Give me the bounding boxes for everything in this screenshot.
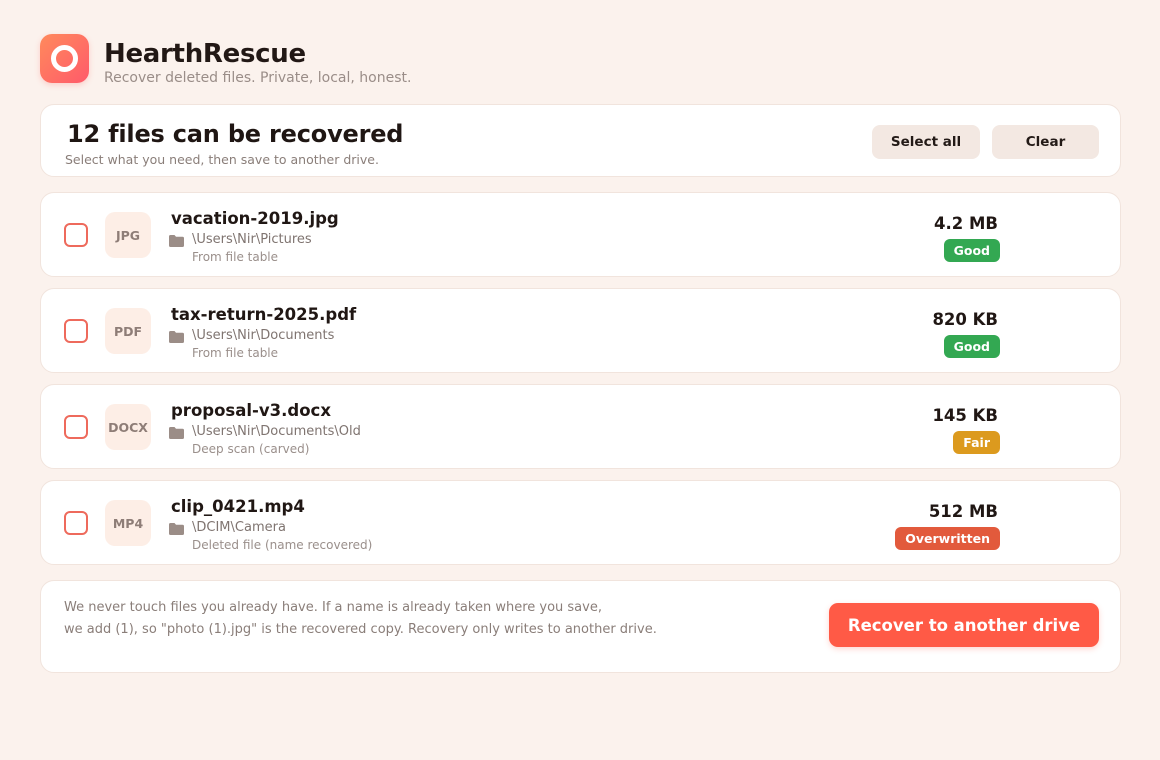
file-path: \Users\Nir\Pictures <box>192 232 312 247</box>
folder-icon <box>169 331 184 343</box>
folder-icon <box>169 427 184 439</box>
file-size: 512 MB <box>928 502 998 521</box>
file-checkbox[interactable] <box>64 223 88 247</box>
status-badge: Overwritten <box>895 527 1000 550</box>
file-type-icon: PDF <box>105 308 151 354</box>
file-name: vacation-2019.jpg <box>171 209 339 228</box>
file-row[interactable]: PDF tax-return-2025.pdf \Users\Nir\Documen… <box>40 288 1121 373</box>
file-name: tax-return-2025.pdf <box>171 305 357 324</box>
select-all-button[interactable]: Select all <box>872 125 980 159</box>
footer-card: We never touch files you already have. I… <box>40 580 1121 673</box>
file-row[interactable]: MP4 clip_0421.mp4 \DCIM\Camera Deleted file… <box>40 480 1121 565</box>
file-path: \Users\Nir\Documents\Old <box>192 424 361 439</box>
file-source: Deep scan (carved) <box>192 442 310 456</box>
file-path: \DCIM\Camera <box>192 520 286 535</box>
footer-note-line-1: We never touch files you already have. I… <box>64 600 602 615</box>
file-checkbox[interactable] <box>64 415 88 439</box>
file-size: 4.2 MB <box>934 214 998 233</box>
file-type-icon: MP4 <box>105 500 151 546</box>
app-logo-icon <box>40 34 89 83</box>
recover-button[interactable]: Recover to another drive <box>829 603 1099 647</box>
summary-title: 12 files can be recovered <box>67 120 404 148</box>
status-badge: Good <box>943 239 1000 262</box>
file-checkbox[interactable] <box>64 319 88 343</box>
footer-note-line-2: we add (1), so "photo (1).jpg" is the re… <box>64 622 657 637</box>
file-name: proposal-v3.docx <box>171 401 331 420</box>
brand: HearthRescue Recover deleted files. Priv… <box>104 38 411 86</box>
file-checkbox[interactable] <box>64 511 88 535</box>
file-path: \Users\Nir\Documents <box>192 328 335 343</box>
file-source: From file table <box>192 346 279 360</box>
file-size: 820 KB <box>932 310 998 329</box>
file-row[interactable]: JPG vacation-2019.jpg \Users\Nir\Pictures F… <box>40 192 1121 277</box>
summary-subtitle: Select what you need, then save to anoth… <box>65 152 379 167</box>
file-size: 145 KB <box>932 406 998 425</box>
clear-button[interactable]: Clear <box>992 125 1099 159</box>
file-type-icon: DOCX <box>105 404 151 450</box>
file-source: Deleted file (name recovered) <box>192 538 373 552</box>
summary-card: 12 files can be recovered Select what yo… <box>40 104 1121 177</box>
file-source: From file table <box>192 250 279 264</box>
app-header: HearthRescue Recover deleted files. Priv… <box>40 34 411 86</box>
app-tagline: Recover deleted files. Private, local, h… <box>104 70 412 86</box>
file-name: clip_0421.mp4 <box>171 497 305 516</box>
file-row[interactable]: DOCX proposal-v3.docx \Users\Nir\Documents… <box>40 384 1121 469</box>
folder-icon <box>169 235 184 247</box>
app-name: HearthRescue <box>104 39 306 69</box>
folder-icon <box>169 523 184 535</box>
status-badge: Good <box>943 335 1000 358</box>
status-badge: Fair <box>953 431 1000 454</box>
file-type-icon: JPG <box>105 212 151 258</box>
